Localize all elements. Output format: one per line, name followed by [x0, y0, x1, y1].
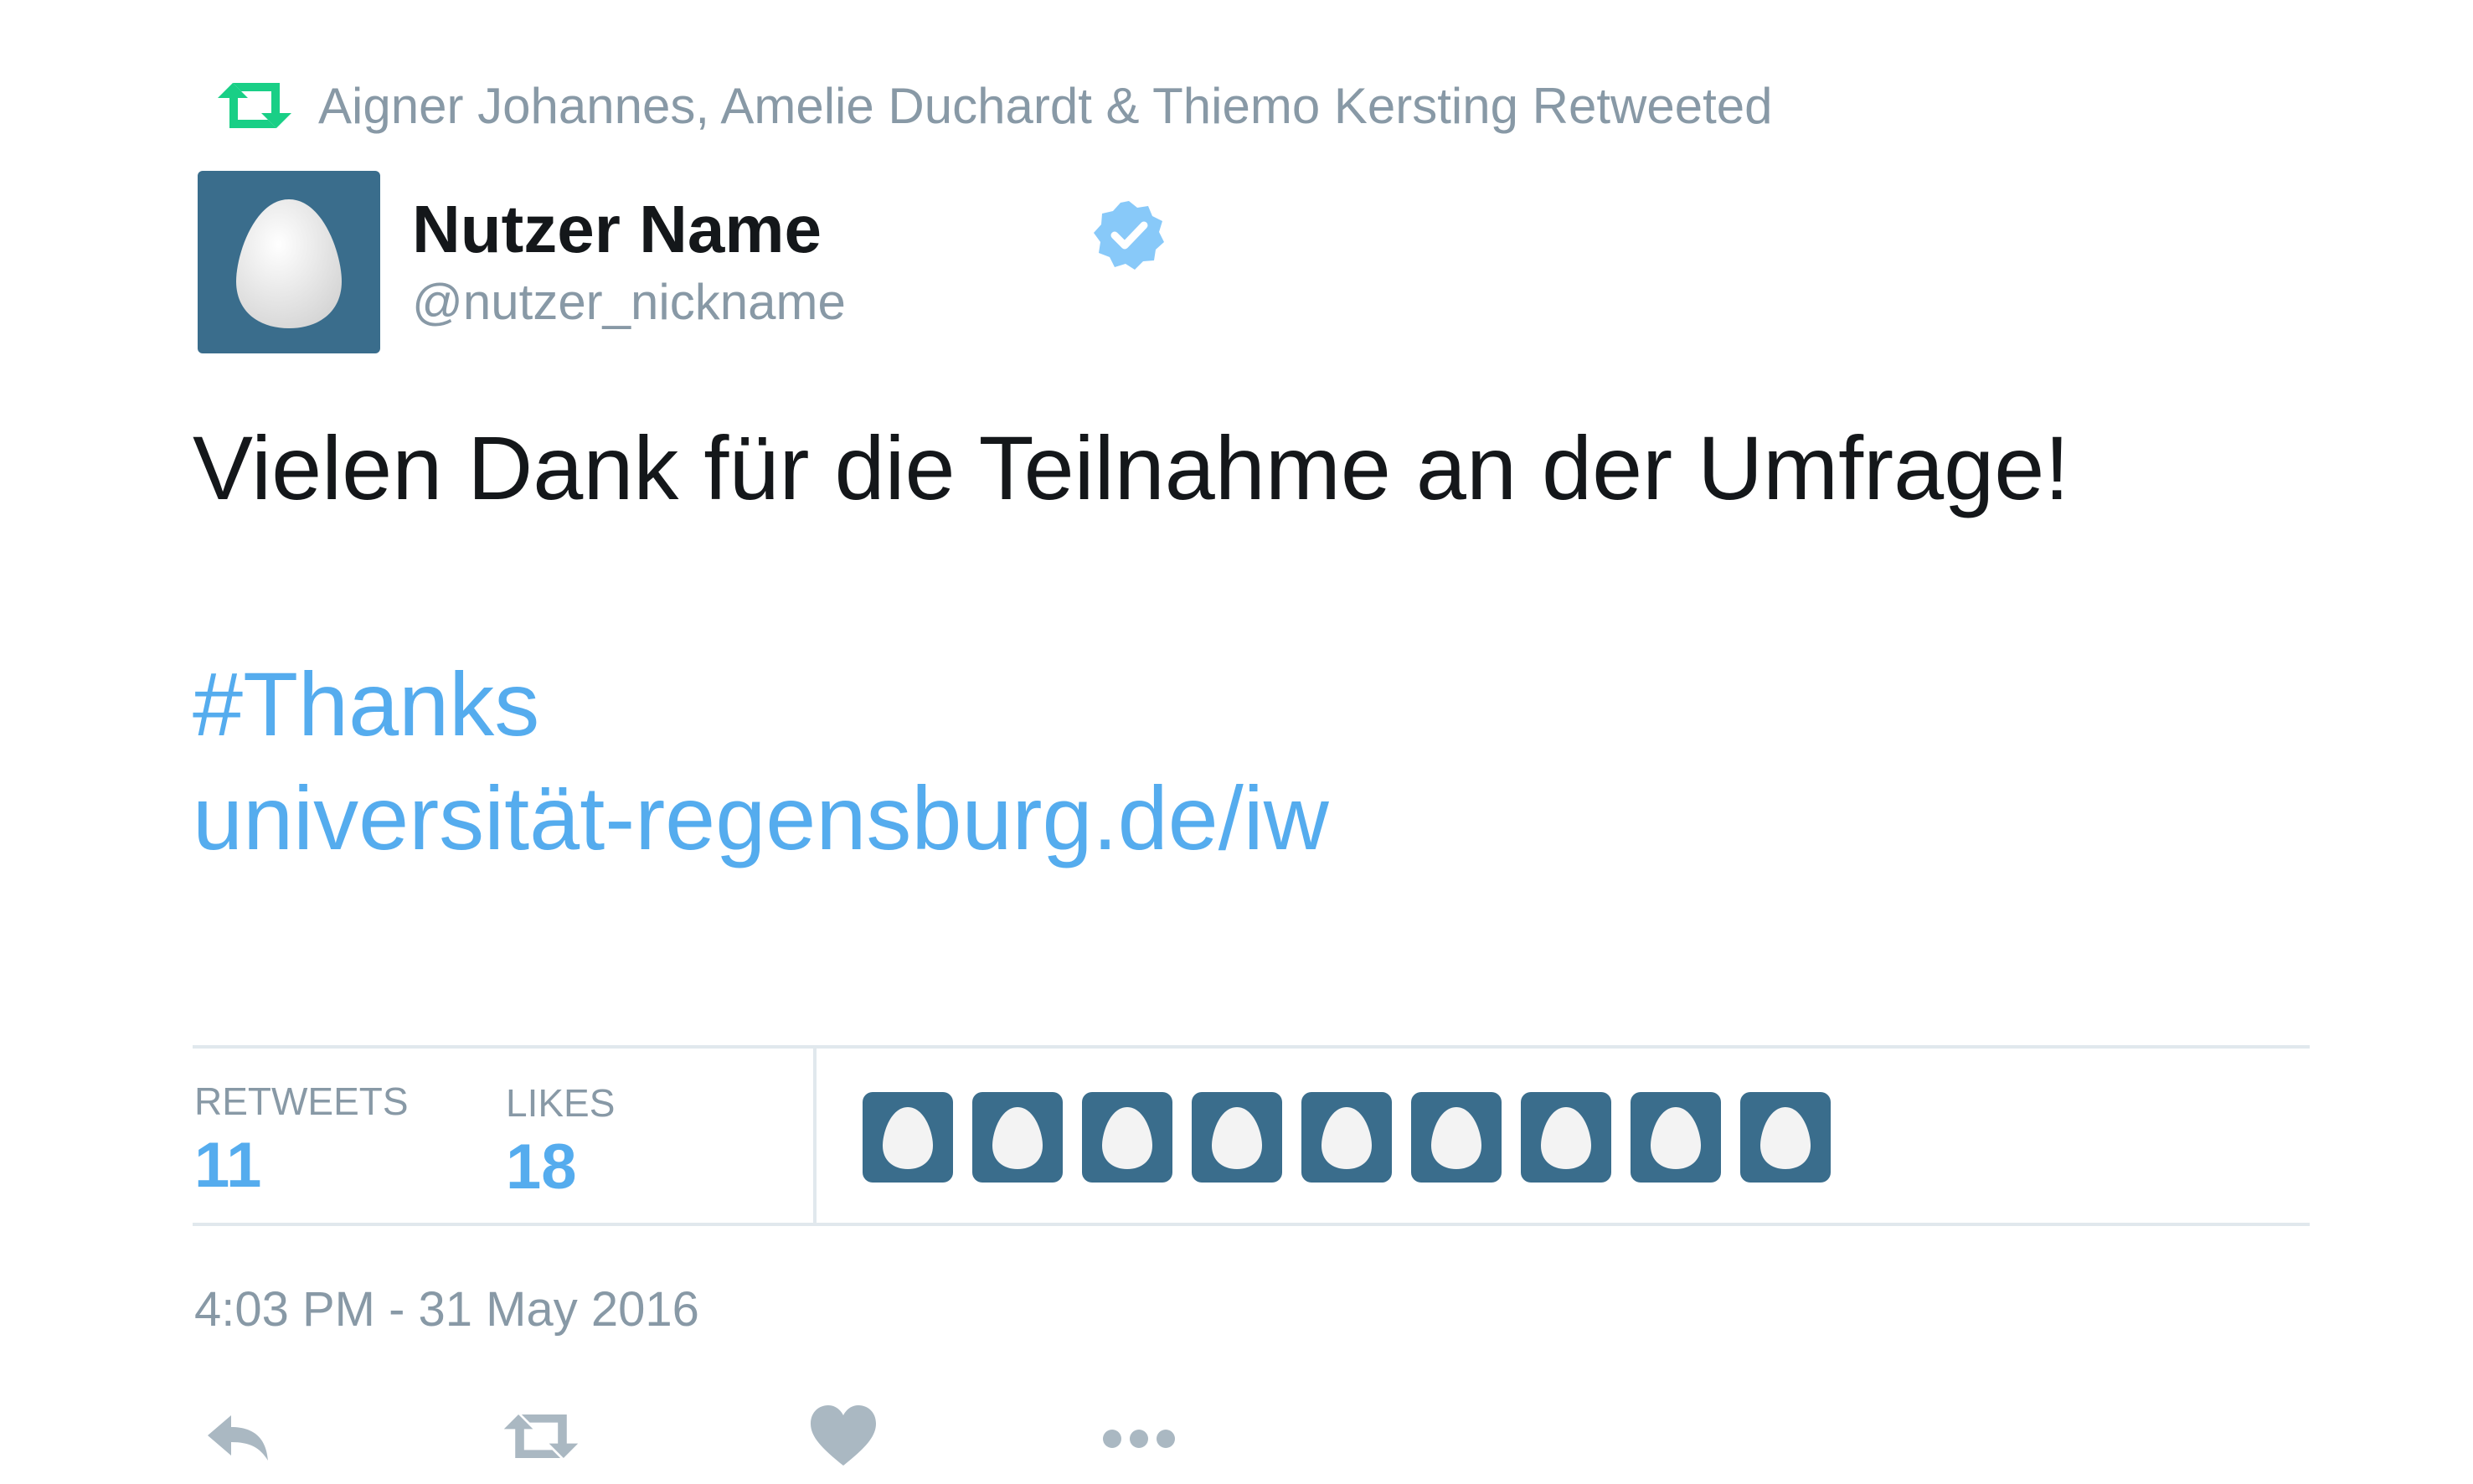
liker-avatar[interactable] — [1411, 1092, 1502, 1183]
reply-button[interactable] — [201, 1399, 276, 1474]
egg-icon — [1212, 1107, 1262, 1169]
retweet-icon — [218, 83, 291, 128]
egg-icon — [1102, 1107, 1152, 1169]
egg-icon — [992, 1107, 1043, 1169]
retweets-label[interactable]: RETWEETS — [194, 1079, 409, 1124]
timestamp[interactable]: 4:03 PM - 31 May 2016 — [194, 1281, 699, 1337]
retweet-button[interactable] — [499, 1399, 583, 1474]
screen-name[interactable]: @nutzer_nickname — [412, 273, 846, 331]
egg-icon — [236, 199, 342, 328]
reply-icon — [208, 1415, 268, 1461]
heart-icon — [811, 1405, 876, 1466]
egg-icon — [883, 1107, 933, 1169]
stats-divider-top — [193, 1045, 2310, 1049]
egg-icon — [1431, 1107, 1481, 1169]
tweet-text: Vielen Dank für die Teilnahme an der Umf… — [193, 417, 2070, 518]
url-link[interactable]: universität-regensburg.de/iw — [193, 764, 1329, 873]
liker-avatar[interactable] — [1192, 1092, 1282, 1183]
stats-divider-bottom — [193, 1223, 2310, 1226]
egg-icon — [1541, 1107, 1591, 1169]
more-button[interactable] — [1097, 1399, 1181, 1474]
retweet-context: Aigner Johannes, Amelie Duchardt & Thiem… — [211, 72, 1773, 139]
retweets-count[interactable]: 11 — [194, 1129, 261, 1202]
egg-icon — [1651, 1107, 1701, 1169]
liker-avatar[interactable] — [863, 1092, 953, 1183]
liker-avatar[interactable] — [1521, 1092, 1611, 1183]
liker-avatar[interactable] — [972, 1092, 1063, 1183]
retweet-icon — [503, 1414, 579, 1458]
hashtag-link[interactable]: #Thanks — [193, 650, 539, 759]
liker-avatar[interactable] — [1631, 1092, 1721, 1183]
liker-avatars — [863, 1092, 1850, 1183]
verified-badge-icon — [1094, 201, 1164, 270]
avatar[interactable] — [198, 171, 380, 353]
liker-avatar[interactable] — [1301, 1092, 1392, 1183]
display-name[interactable]: Nutzer Name — [412, 191, 822, 268]
egg-icon — [1760, 1107, 1811, 1169]
more-icon — [1103, 1430, 1175, 1448]
likes-count[interactable]: 18 — [506, 1131, 577, 1203]
likes-label[interactable]: LIKES — [506, 1080, 615, 1126]
liker-avatar[interactable] — [1740, 1092, 1831, 1183]
egg-icon — [1322, 1107, 1372, 1169]
liker-avatar[interactable] — [1082, 1092, 1172, 1183]
like-button[interactable] — [806, 1399, 881, 1474]
stats-vertical-divider — [813, 1049, 817, 1223]
retweet-context-text[interactable]: Aigner Johannes, Amelie Duchardt & Thiem… — [318, 77, 1773, 135]
